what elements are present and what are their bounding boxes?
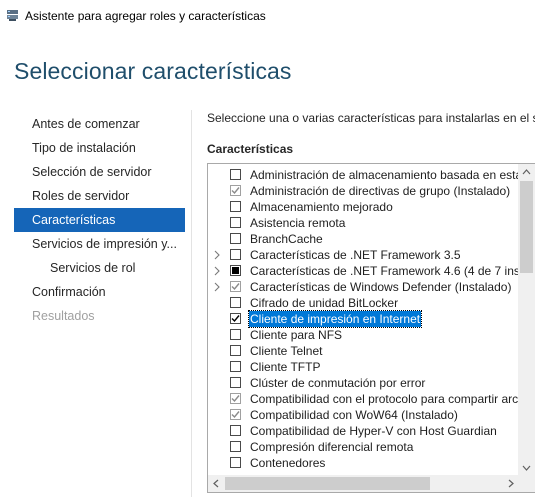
- arrow-left-icon[interactable]: [208, 475, 224, 492]
- feature-row[interactable]: Clúster de conmutación por error: [208, 375, 516, 391]
- feature-checkbox[interactable]: [230, 297, 241, 308]
- feature-label[interactable]: Características de .NET Framework 4.6 (4…: [250, 263, 535, 279]
- checkmark-icon: [231, 187, 240, 195]
- feature-label[interactable]: Cliente para NFS: [250, 327, 342, 343]
- checkmark-icon: [231, 315, 240, 323]
- feature-row[interactable]: Características de .NET Framework 4.6 (4…: [208, 263, 535, 279]
- feature-row[interactable]: Compatibilidad con el protocolo para com…: [208, 391, 535, 407]
- arrow-down-icon[interactable]: [518, 460, 535, 476]
- feature-checkbox[interactable]: [230, 217, 241, 228]
- feature-label[interactable]: Características de .NET Framework 3.5: [250, 247, 461, 263]
- feature-label[interactable]: Cliente de impresión en Internet: [247, 310, 423, 328]
- feature-label[interactable]: Asistencia remota: [250, 215, 345, 231]
- feature-checkbox[interactable]: [230, 457, 241, 468]
- feature-row[interactable]: Compresión diferencial remota: [208, 439, 516, 455]
- feature-label[interactable]: Compatibilidad con el protocolo para com…: [250, 391, 535, 407]
- feature-row[interactable]: Cliente Telnet: [208, 343, 516, 359]
- chevron-right-icon[interactable]: [213, 250, 221, 260]
- page-title: Seleccionar características: [14, 58, 292, 84]
- nav-item[interactable]: Tipo de instalación: [14, 136, 185, 160]
- feature-label[interactable]: BranchCache: [250, 231, 323, 247]
- feature-checkbox[interactable]: [230, 329, 241, 340]
- feature-row[interactable]: Almacenamiento mejorado: [208, 199, 516, 215]
- feature-checkbox[interactable]: [230, 377, 241, 388]
- feature-label[interactable]: Administración de almacenamiento basada …: [250, 167, 535, 183]
- feature-label[interactable]: Compatibilidad de Hyper-V con Host Guard…: [250, 423, 497, 439]
- feature-row[interactable]: Cliente para NFS: [208, 327, 516, 343]
- nav-item[interactable]: Antes de comenzar: [14, 112, 185, 136]
- horizontal-scroll-thumb[interactable]: [225, 477, 430, 490]
- intro-text: Seleccione una o varias características …: [207, 111, 535, 125]
- feature-checkbox: [230, 393, 241, 404]
- feature-checkbox[interactable]: [230, 361, 241, 372]
- window-title: Asistente para agregar roles y caracterí…: [25, 9, 266, 23]
- arrow-right-icon[interactable]: [503, 475, 519, 492]
- feature-label[interactable]: Administración de directivas de grupo (I…: [250, 183, 510, 199]
- nav-item[interactable]: Roles de servidor: [14, 184, 185, 208]
- feature-label[interactable]: Compresión diferencial remota: [250, 439, 413, 455]
- feature-row[interactable]: Características de Windows Defender (Ins…: [208, 279, 516, 295]
- feature-label[interactable]: Características de Windows Defender (Ins…: [250, 279, 511, 295]
- feature-row[interactable]: Contenedores: [208, 455, 516, 471]
- feature-checkbox[interactable]: [230, 441, 241, 452]
- feature-row[interactable]: Asistencia remota: [208, 215, 516, 231]
- server-manager-icon: [7, 10, 18, 21]
- feature-label[interactable]: Cifrado de unidad BitLocker: [250, 295, 398, 311]
- features-label: Características: [207, 142, 294, 156]
- feature-checkbox[interactable]: [230, 233, 241, 244]
- feature-row[interactable]: Administración de directivas de grupo (I…: [208, 183, 516, 199]
- feature-label[interactable]: Clúster de conmutación por error: [250, 375, 425, 391]
- wizard-nav: Antes de comenzar Tipo de instalación Sele…: [14, 112, 185, 328]
- feature-row[interactable]: Administración de almacenamiento basada …: [208, 167, 535, 183]
- chevron-right-icon[interactable]: [213, 266, 221, 276]
- feature-checkbox: [230, 409, 241, 420]
- arrow-up-icon[interactable]: [518, 164, 535, 180]
- feature-checkbox[interactable]: [230, 345, 241, 356]
- nav-item: Resultados: [32, 309, 95, 323]
- feature-checkbox[interactable]: [230, 169, 241, 180]
- nav-item[interactable]: Características: [14, 208, 185, 232]
- horizontal-scrollbar[interactable]: [208, 475, 519, 492]
- feature-label[interactable]: Contenedores: [250, 455, 325, 471]
- feature-row[interactable]: BranchCache: [208, 231, 516, 247]
- feature-checkbox[interactable]: [230, 201, 241, 212]
- feature-label[interactable]: Cliente Telnet: [250, 343, 323, 359]
- feature-row[interactable]: Cliente TFTP: [208, 359, 516, 375]
- nav-item[interactable]: Servicios de impresión y...: [14, 232, 185, 256]
- checkmark-icon: [231, 395, 240, 403]
- nav-divider: [191, 110, 192, 497]
- feature-row[interactable]: Cliente de impresión en Internet: [208, 310, 516, 328]
- scrollbar-corner: [518, 475, 535, 492]
- feature-row[interactable]: Características de .NET Framework 3.5: [208, 247, 516, 263]
- feature-row[interactable]: Compatibilidad con WoW64 (Instalado): [208, 407, 516, 423]
- nav-item[interactable]: Servicios de rol: [14, 256, 185, 280]
- nav-item[interactable]: Selección de servidor: [14, 160, 185, 184]
- chevron-right-icon[interactable]: [213, 282, 221, 292]
- feature-label[interactable]: Almacenamiento mejorado: [250, 199, 393, 215]
- checkmark-icon: [231, 411, 240, 419]
- vertical-scrollbar[interactable]: [518, 164, 535, 476]
- feature-row[interactable]: Cifrado de unidad BitLocker: [208, 295, 516, 311]
- feature-checkbox[interactable]: [230, 313, 241, 324]
- feature-label[interactable]: Cliente TFTP: [250, 359, 320, 375]
- partial-check-icon: [232, 267, 239, 274]
- feature-checkbox: [230, 281, 241, 292]
- checkmark-icon: [231, 283, 240, 291]
- feature-label[interactable]: Compatibilidad con WoW64 (Instalado): [250, 407, 458, 423]
- feature-row[interactable]: Compatibilidad de Hyper-V con Host Guard…: [208, 423, 516, 439]
- feature-checkbox[interactable]: [230, 249, 241, 260]
- nav-item[interactable]: Confirmación: [14, 280, 185, 304]
- features-list[interactable]: Administración de almacenamiento basada …: [207, 163, 535, 493]
- feature-checkbox[interactable]: [230, 265, 241, 276]
- feature-checkbox: [230, 185, 241, 196]
- feature-checkbox[interactable]: [230, 425, 241, 436]
- title-bar: Asistente para agregar roles y caracterí…: [0, 0, 535, 32]
- vertical-scroll-thumb[interactable]: [520, 181, 533, 273]
